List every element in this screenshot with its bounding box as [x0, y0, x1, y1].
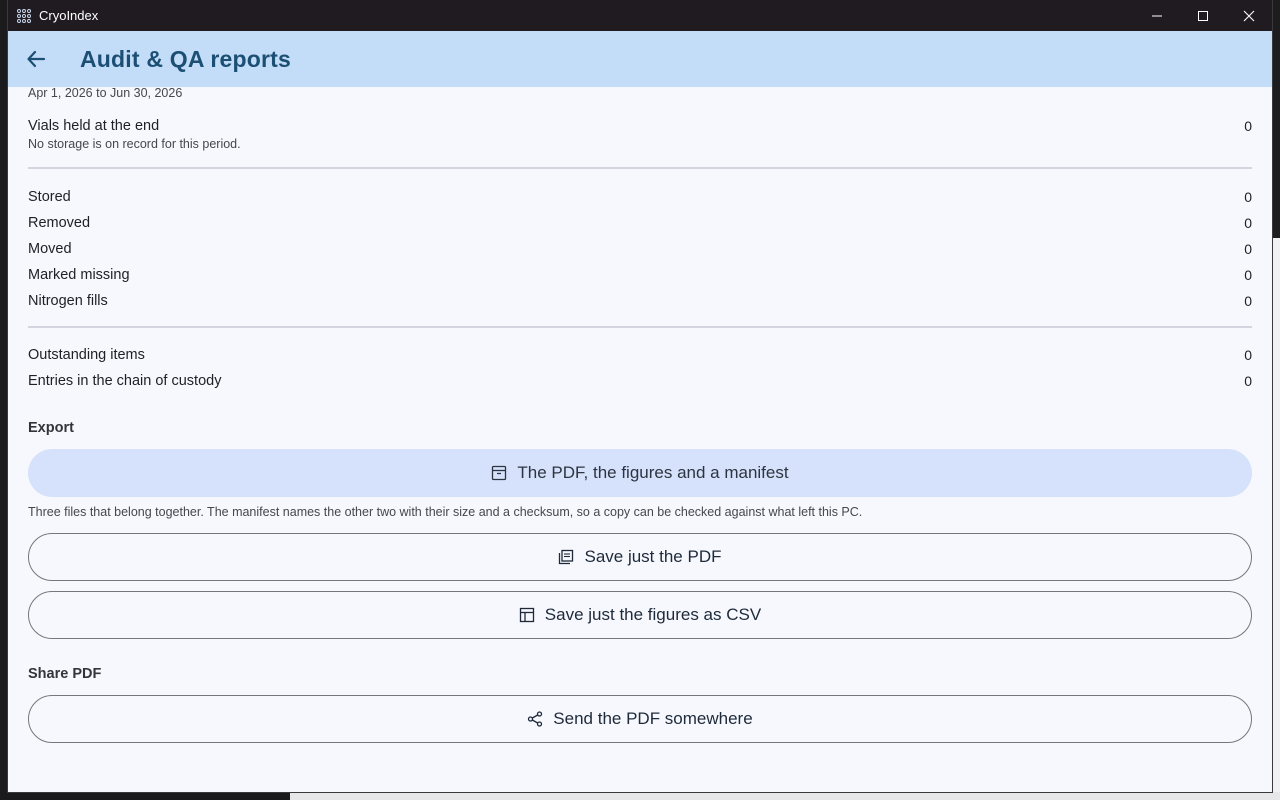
- app-logo-icon: [17, 8, 31, 23]
- vials-held-value: 0: [1244, 118, 1252, 134]
- custody-row: Entries in the chain of custody 0: [28, 368, 1252, 394]
- save-csv-button[interactable]: Save just the figures as CSV: [28, 591, 1252, 639]
- archive-icon: [491, 465, 507, 481]
- custody-value: 0: [1244, 373, 1252, 389]
- outstanding-row: Outstanding items 0: [28, 342, 1252, 368]
- activity-label: Moved: [28, 241, 72, 257]
- send-pdf-button[interactable]: Send the PDF somewhere: [28, 695, 1252, 743]
- activity-label: Marked missing: [28, 267, 130, 283]
- activity-value: 0: [1244, 267, 1252, 283]
- divider: [28, 167, 1252, 169]
- table-icon: [519, 607, 535, 623]
- maximize-button[interactable]: [1180, 0, 1226, 31]
- activity-list: Stored 0 Removed 0 Moved 0 Marked missin…: [28, 184, 1252, 314]
- desktop-background-right: [1272, 0, 1280, 800]
- window-title: CryoIndex: [39, 8, 99, 23]
- activity-label: Nitrogen fills: [28, 293, 108, 309]
- close-icon: [1243, 10, 1255, 21]
- activity-row-nitrogen-fills: Nitrogen fills 0: [28, 288, 1252, 314]
- pdf-file-icon: [558, 549, 574, 565]
- save-pdf-label: Save just the PDF: [584, 547, 722, 566]
- close-button[interactable]: [1226, 0, 1272, 31]
- activity-value: 0: [1244, 241, 1252, 257]
- activity-row-marked-missing: Marked missing 0: [28, 262, 1252, 288]
- activity-value: 0: [1244, 215, 1252, 231]
- page-title: Audit & QA reports: [80, 45, 292, 72]
- activity-label: Stored: [28, 189, 71, 205]
- summary-list: Outstanding items 0 Entries in the chain…: [28, 342, 1252, 394]
- export-bundle-label: The PDF, the figures and a manifest: [517, 463, 789, 482]
- export-bundle-help: Three files that belong together. The ma…: [28, 505, 863, 519]
- share-heading: Share PDF: [28, 666, 102, 682]
- vials-held-label: Vials held at the end: [28, 118, 160, 134]
- activity-label: Removed: [28, 215, 91, 231]
- storage-note: No storage is on record for this period.: [28, 137, 241, 151]
- custody-label: Entries in the chain of custody: [28, 373, 222, 389]
- activity-row-removed: Removed 0: [28, 210, 1252, 236]
- app-bar: Audit & QA reports: [8, 31, 1272, 87]
- divider: [28, 326, 1252, 328]
- activity-value: 0: [1244, 293, 1252, 309]
- arrow-left-icon: [27, 50, 46, 68]
- export-bundle-button[interactable]: The PDF, the figures and a manifest: [28, 449, 1252, 497]
- send-pdf-label: Send the PDF somewhere: [553, 709, 753, 728]
- minimize-button[interactable]: [1134, 0, 1180, 31]
- desktop-background-bottom: [0, 792, 1280, 800]
- export-heading: Export: [28, 420, 74, 436]
- window-titlebar[interactable]: CryoIndex: [8, 0, 1272, 31]
- activity-value: 0: [1244, 189, 1252, 205]
- minimize-icon: [1152, 15, 1162, 16]
- outstanding-label: Outstanding items: [28, 347, 145, 363]
- save-pdf-button[interactable]: Save just the PDF: [28, 533, 1252, 581]
- report-date-range: Apr 1, 2026 to Jun 30, 2026: [28, 86, 183, 100]
- save-csv-label: Save just the figures as CSV: [544, 605, 762, 624]
- outstanding-value: 0: [1244, 347, 1252, 363]
- activity-row-stored: Stored 0: [28, 184, 1252, 210]
- report-content: Apr 1, 2026 to Jun 30, 2026 Vials held a…: [28, 87, 1252, 743]
- maximize-icon: [1198, 10, 1208, 21]
- back-button[interactable]: [16, 39, 56, 79]
- share-icon: [527, 711, 543, 727]
- app-window: CryoIndex Audit & QA reports Apr 1, 2026…: [8, 0, 1272, 792]
- vials-held-row: Vials held at the end 0: [28, 113, 1252, 139]
- activity-row-moved: Moved 0: [28, 236, 1252, 262]
- desktop-background-left: [0, 0, 8, 800]
